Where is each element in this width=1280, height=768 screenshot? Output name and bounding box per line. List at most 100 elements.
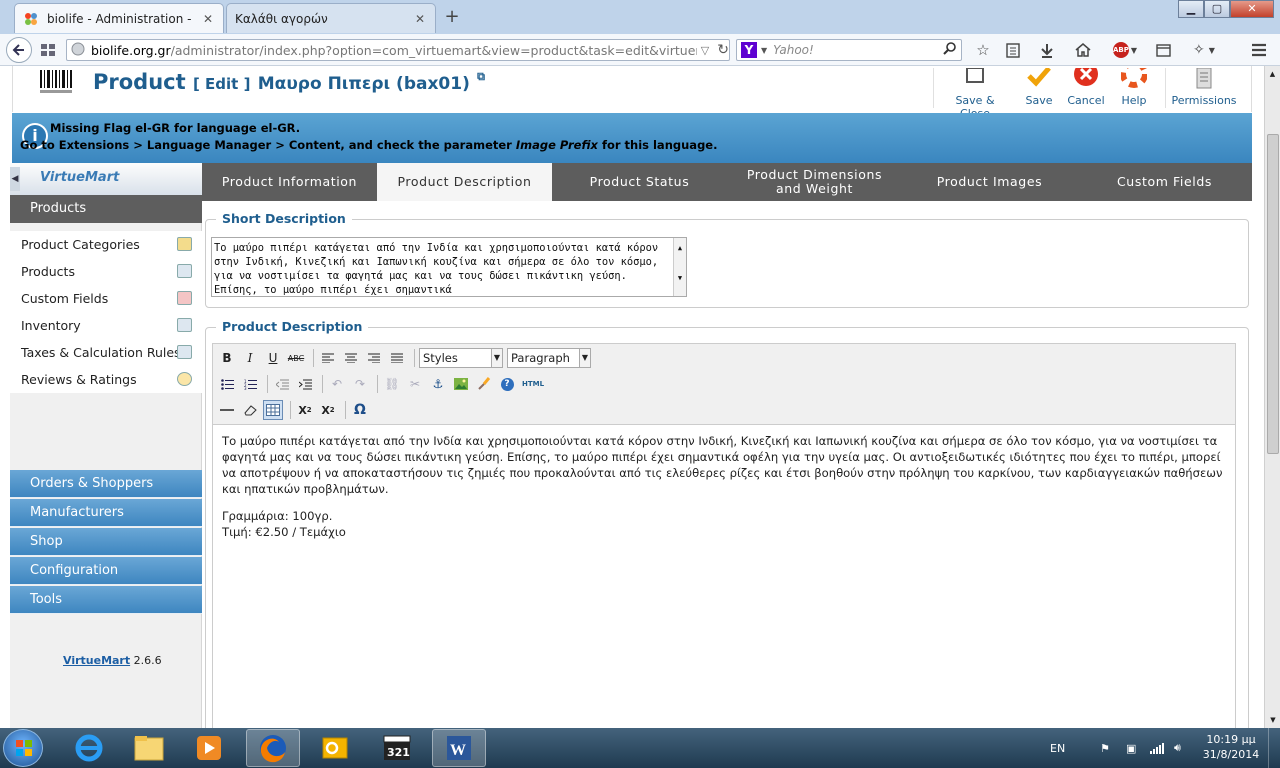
horizontal-rule-icon[interactable]: [217, 400, 237, 420]
new-tab-button[interactable]: +: [440, 6, 464, 28]
tab-product-description[interactable]: Product Description: [377, 163, 552, 201]
tab-product-status[interactable]: Product Status: [552, 163, 727, 201]
permissions-button[interactable]: Permissions: [1167, 66, 1241, 110]
internet-explorer-taskbar-icon[interactable]: [62, 729, 116, 767]
align-right-icon[interactable]: [364, 348, 384, 368]
sidebar-item-products[interactable]: Products: [10, 258, 202, 285]
search-bar[interactable]: Y ▼ Yahoo!: [736, 39, 962, 61]
browser-tab-administration[interactable]: biolife - Administration - ... ✕: [14, 3, 224, 33]
collapse-sidebar-icon[interactable]: ◀: [10, 167, 20, 191]
sidebar-item-taxes[interactable]: Taxes & Calculation Rules: [10, 339, 202, 366]
sidebar-group-shop[interactable]: Shop: [10, 528, 202, 556]
bookmarks-list-icon[interactable]: [1002, 38, 1024, 62]
reload-icon[interactable]: ↻: [717, 42, 729, 58]
dropdown-arrow-icon[interactable]: ▼: [761, 46, 767, 55]
scroll-down-icon[interactable]: ▼: [1265, 716, 1280, 724]
page-grid-icon[interactable]: [38, 38, 58, 62]
outdent-icon[interactable]: [272, 374, 292, 394]
subscript-icon[interactable]: X2: [295, 400, 315, 420]
image-icon[interactable]: [451, 374, 471, 394]
search-icon[interactable]: [943, 42, 956, 58]
align-left-icon[interactable]: [318, 348, 338, 368]
system-clock[interactable]: 10:19 μμ 31/8/2014: [1198, 732, 1264, 762]
redo-icon[interactable]: ↷: [350, 374, 370, 394]
menu-icon[interactable]: [1248, 38, 1270, 62]
sidebar-group-configuration[interactable]: Configuration: [10, 557, 202, 585]
short-description-textarea[interactable]: Το μαύρο πιπέρι κατάγεται από την Ινδία …: [211, 237, 687, 297]
align-center-icon[interactable]: [341, 348, 361, 368]
home-icon[interactable]: [1072, 38, 1094, 62]
scrollbar-thumb[interactable]: [1267, 134, 1279, 454]
sidebar-section-products[interactable]: Products: [10, 195, 202, 223]
volume-icon[interactable]: 🔊︎: [1174, 728, 1181, 768]
cancel-button[interactable]: Cancel: [1063, 66, 1109, 110]
address-bar[interactable]: biolife.org.gr /administrator/index.php?…: [66, 39, 730, 61]
tab-product-dimensions[interactable]: Product Dimensions and Weight: [727, 163, 902, 201]
sidebar-item-product-categories[interactable]: Product Categories: [10, 231, 202, 258]
window-icon[interactable]: [1152, 38, 1174, 62]
show-desktop-button[interactable]: [1268, 728, 1280, 768]
tab-product-information[interactable]: Product Information: [202, 163, 377, 201]
help-icon[interactable]: ?: [497, 374, 517, 394]
maximize-button[interactable]: ▢: [1204, 0, 1230, 18]
link-icon[interactable]: ⛓: [382, 374, 402, 394]
eraser-icon[interactable]: [240, 400, 260, 420]
search-input[interactable]: Yahoo!: [773, 43, 943, 57]
external-link-icon[interactable]: ⧉: [477, 70, 485, 83]
network-signal-icon[interactable]: [1150, 728, 1164, 768]
adblock-icon[interactable]: ABP ▼: [1108, 38, 1142, 62]
scroll-up-icon[interactable]: ▲: [1265, 70, 1280, 78]
tab-product-images[interactable]: Product Images: [902, 163, 1077, 201]
save-button[interactable]: Save: [1017, 66, 1061, 110]
bold-icon[interactable]: B: [217, 348, 237, 368]
sidebar-group-orders[interactable]: Orders & Shoppers: [10, 470, 202, 498]
media-321-taskbar-icon[interactable]: 321: [370, 729, 424, 767]
virtuemart-link[interactable]: VirtueMart: [63, 654, 130, 667]
sidebar-item-custom-fields[interactable]: Custom Fields: [10, 285, 202, 312]
windows-start-button[interactable]: [3, 729, 43, 767]
star-icon[interactable]: ☆: [972, 38, 994, 62]
back-button[interactable]: [6, 37, 32, 63]
help-button[interactable]: Help: [1113, 66, 1155, 110]
strikethrough-icon[interactable]: ABC: [286, 348, 306, 368]
file-explorer-taskbar-icon[interactable]: [122, 729, 176, 767]
cleanup-brush-icon[interactable]: [474, 374, 494, 394]
keyboard-language[interactable]: EN: [1050, 728, 1065, 768]
sidebar-group-manufacturers[interactable]: Manufacturers: [10, 499, 202, 527]
extension-icon[interactable]: ✧ ▼: [1186, 38, 1222, 62]
html-source-icon[interactable]: HTML: [520, 374, 546, 394]
table-icon[interactable]: [263, 400, 283, 420]
format-select[interactable]: Paragraph ▼: [507, 348, 591, 368]
undo-icon[interactable]: ↶: [327, 374, 347, 394]
outlook-taskbar-icon[interactable]: [308, 729, 362, 767]
anchor-icon[interactable]: ⚓: [428, 374, 448, 394]
window-close-button[interactable]: ✕: [1230, 0, 1274, 18]
flag-icon[interactable]: ⚑: [1100, 728, 1110, 768]
styles-select[interactable]: Styles ▼: [419, 348, 503, 368]
align-justify-icon[interactable]: [387, 348, 407, 368]
page-scrollbar[interactable]: ▲ ▼: [1264, 66, 1280, 728]
close-icon[interactable]: ✕: [201, 12, 215, 26]
unlink-icon[interactable]: ✂: [405, 374, 425, 394]
editor-content-area[interactable]: Το μαύρο πιπέρι κατάγεται από την Ινδία …: [213, 424, 1235, 728]
special-character-icon[interactable]: Ω: [350, 400, 370, 420]
save-close-button[interactable]: Save & Close: [939, 66, 1011, 120]
dropdown-arrow-icon[interactable]: ▽: [701, 44, 709, 57]
sidebar-group-tools[interactable]: Tools: [10, 586, 202, 614]
security-icon[interactable]: ▣: [1126, 728, 1136, 768]
sidebar-item-inventory[interactable]: Inventory: [10, 312, 202, 339]
word-taskbar-icon[interactable]: W: [432, 729, 486, 767]
download-icon[interactable]: [1036, 38, 1058, 62]
close-icon[interactable]: ✕: [413, 12, 427, 26]
numbered-list-icon[interactable]: 123: [240, 374, 260, 394]
media-player-taskbar-icon[interactable]: [182, 729, 236, 767]
textarea-scrollbar[interactable]: ▲ ▼: [673, 238, 686, 296]
tab-custom-fields[interactable]: Custom Fields: [1077, 163, 1252, 201]
italic-icon[interactable]: I: [240, 348, 260, 368]
underline-icon[interactable]: U: [263, 348, 283, 368]
bullet-list-icon[interactable]: [217, 374, 237, 394]
minimize-button[interactable]: ▁: [1178, 0, 1204, 18]
browser-tab-cart[interactable]: Καλάθι αγορών ✕: [226, 3, 436, 33]
firefox-taskbar-icon[interactable]: [246, 729, 300, 767]
sidebar-item-reviews[interactable]: Reviews & Ratings: [10, 366, 202, 393]
